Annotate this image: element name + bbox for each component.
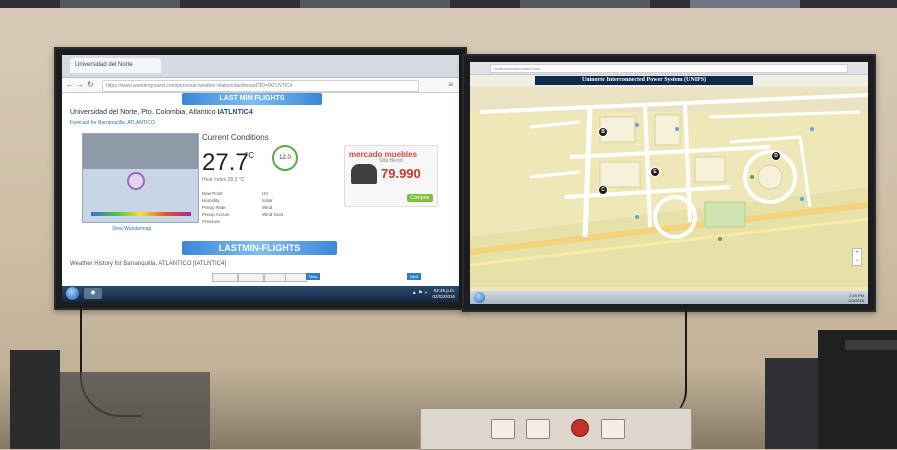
browser-toolbar: localhost/unips/index.html — [470, 62, 868, 75]
map-color-scale — [91, 212, 191, 216]
poi-icon[interactable] — [635, 123, 639, 127]
poi-icon[interactable] — [800, 197, 804, 201]
station-id: IATLNTIC4 — [217, 109, 253, 116]
power-socket — [526, 419, 550, 439]
map-marker-e[interactable]: E — [650, 167, 660, 177]
left-screen: Universidad del Norte ← → ↻ https://www.… — [62, 55, 459, 302]
taskbar-clock[interactable]: 2:25 PM 2/3/2016 — [848, 293, 864, 303]
history-select[interactable] — [238, 273, 264, 282]
history-select[interactable] — [285, 273, 307, 282]
top-ad-banner[interactable]: LAST MIN FLIGHTS — [182, 93, 322, 105]
poi-icon[interactable] — [718, 237, 722, 241]
wall-outlet-strip — [420, 408, 692, 450]
current-conditions-heading: Current Conditions — [202, 133, 269, 142]
poi-icon[interactable] — [810, 127, 814, 131]
stat-label: UV — [262, 191, 269, 196]
map-marker-b[interactable]: B — [598, 127, 608, 137]
back-icon[interactable]: ← — [66, 80, 74, 89]
page-title: Uninorte Interconnected Power System (UN… — [535, 76, 753, 85]
side-monitor — [765, 358, 823, 449]
view-history-button[interactable]: View — [306, 273, 320, 280]
stat-label: Humidity — [202, 198, 220, 203]
system-tray[interactable]: ▲ ⚑ ◑ — [412, 290, 427, 296]
power-socket — [601, 419, 625, 439]
poi-icon[interactable] — [675, 127, 679, 131]
campus-map[interactable]: B C D E + − — [470, 87, 868, 291]
power-socket — [491, 419, 515, 439]
stat-label: Wind Gust — [262, 212, 284, 217]
browser-toolbar: ← → ↻ https://www.wunderground.com/perso… — [62, 78, 459, 93]
clock-date: 02/03/2016 — [432, 294, 455, 299]
weather-history-title: Weather History for Barranquilla, ATLANT… — [70, 261, 227, 267]
history-select[interactable] — [212, 273, 238, 282]
stat-label: Dew Point — [202, 191, 223, 196]
stat-label: Wind — [262, 205, 273, 210]
right-screen: localhost/unips/index.html Uninorte Inte… — [470, 62, 868, 304]
map-roads — [470, 87, 868, 287]
clock-date: 2/3/2016 — [848, 298, 864, 303]
right-display: localhost/unips/index.html Uninorte Inte… — [462, 54, 876, 312]
address-bar[interactable]: https://www.wunderground.com/personal-we… — [102, 80, 419, 92]
storm-icon — [127, 172, 145, 190]
history-select[interactable] — [264, 273, 286, 282]
windows-taskbar: 2:25 PM 2/3/2016 — [470, 291, 868, 304]
reload-icon[interactable]: ↻ — [87, 80, 94, 89]
map-marker-d[interactable]: D — [771, 151, 781, 161]
windows-taskbar: ◉ ▲ ⚑ ◑ 02:25 p.m. 02/03/2016 — [62, 286, 459, 302]
power-cable-right — [655, 305, 687, 420]
keyboard — [845, 340, 897, 350]
stat-label: Pressure — [202, 219, 221, 224]
stat-label: Precip Rate — [202, 205, 226, 210]
ceiling-strip — [0, 0, 897, 8]
furniture-ad[interactable]: mercado muebles Silla Blend 79.990 Compr… — [344, 145, 438, 207]
ad-price: 79.990 — [381, 166, 421, 181]
zoom-control[interactable]: + − — [852, 248, 862, 266]
browser-tab[interactable]: Universidad del Norte — [70, 58, 161, 73]
browser-tab-bar: Universidad del Norte — [62, 55, 459, 78]
stat-label: Solar — [262, 198, 273, 203]
map-land — [83, 134, 198, 169]
ad-buy-button[interactable]: Comprar — [407, 194, 433, 202]
lastmin-flights-banner[interactable]: LASTMIN-FLIGHTS — [182, 241, 337, 255]
menu-icon[interactable]: ≡ — [448, 80, 453, 89]
stat-label: Precip Accum — [202, 212, 230, 217]
heat-index: Heat Index 28.3 °C — [202, 177, 245, 183]
desk-equipment — [60, 372, 210, 449]
wind-gauge: 12.0 — [272, 145, 298, 171]
start-button-icon[interactable] — [66, 287, 79, 300]
start-button-icon[interactable] — [474, 292, 485, 303]
next-button[interactable]: Next — [407, 273, 421, 280]
map-marker-c[interactable]: C — [598, 185, 608, 195]
address-bar[interactable]: localhost/unips/index.html — [490, 64, 848, 73]
chair-image — [351, 164, 377, 184]
temperature-unit: °C — [245, 151, 254, 160]
left-display: Universidad del Norte ← → ↻ https://www.… — [54, 47, 467, 310]
station-location: Universidad del Norte, Pto. Colombia, At… — [70, 109, 253, 116]
view-wundermap-link[interactable]: View Wundermap — [112, 226, 151, 232]
ad-promo: Silla Blend — [379, 158, 403, 164]
left-equipment — [10, 350, 60, 449]
forward-icon[interactable]: → — [76, 80, 84, 89]
taskbar-clock[interactable]: 02:25 p.m. 02/03/2016 — [432, 288, 455, 300]
chrome-taskbar-icon[interactable]: ◉ — [84, 288, 102, 299]
poi-icon[interactable] — [635, 215, 639, 219]
poi-icon[interactable] — [750, 175, 754, 179]
temperature-value: 27.7 — [202, 149, 249, 176]
weather-page: LAST MIN FLIGHTS Universidad del Norte, … — [62, 93, 459, 286]
weather-radar-map[interactable] — [82, 133, 199, 223]
forecast-link[interactable]: Forecast for Barranquilla, ATLANTICO — [70, 120, 155, 126]
location-text: Universidad del Norte, Pto. Colombia, At… — [70, 109, 216, 116]
power-socket-red — [571, 419, 589, 437]
